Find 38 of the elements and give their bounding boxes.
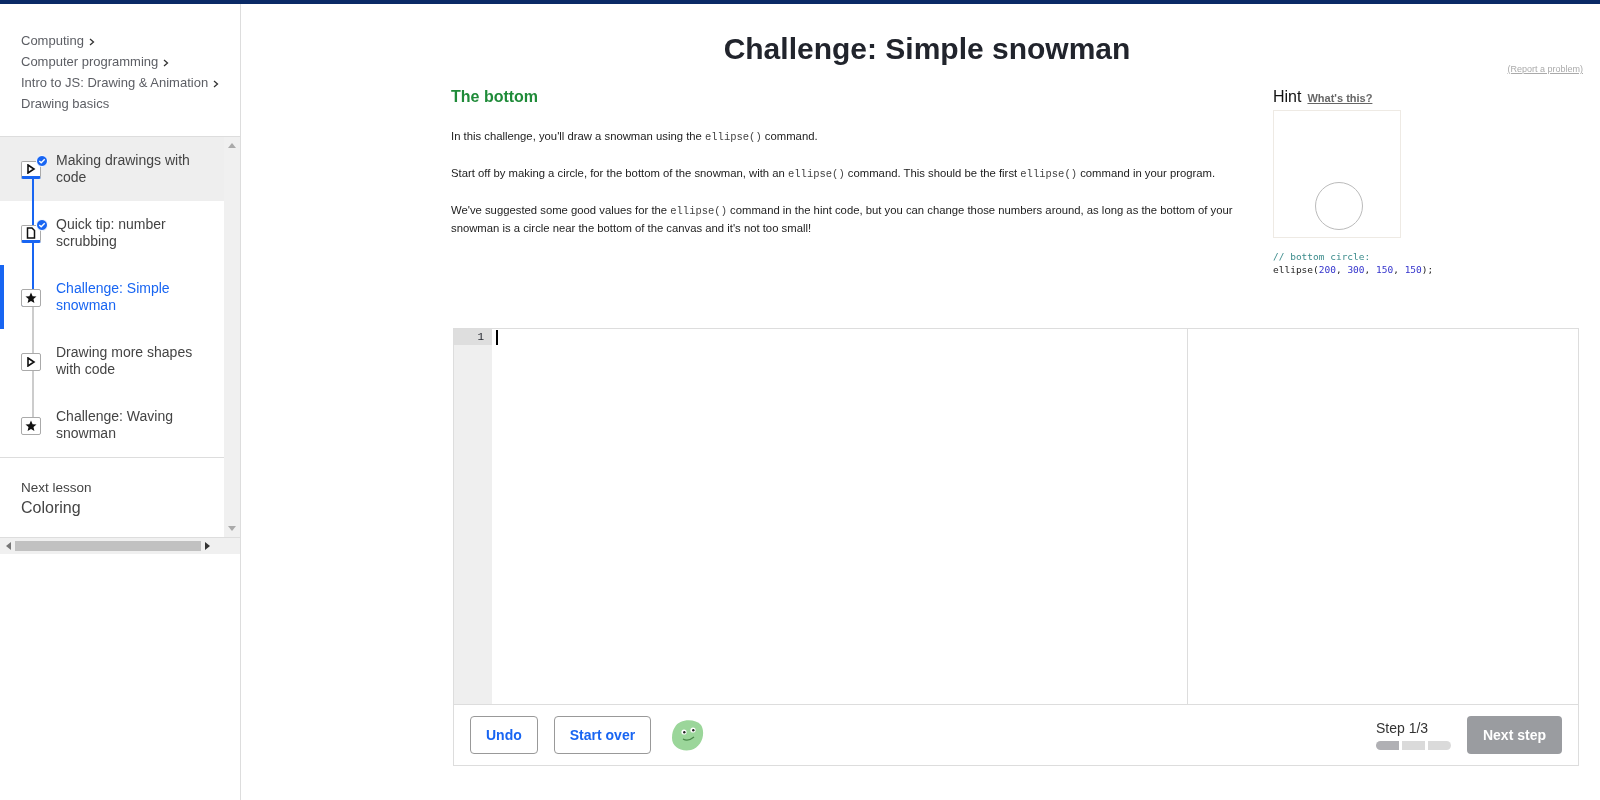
hint-code-line: ellipse(200, 300, 150, 150); xyxy=(1273,263,1435,276)
instruction-paragraph: In this challenge, you'll draw a snowman using the ellipse() command. xyxy=(451,129,819,145)
hint-code-line: // bottom circle: xyxy=(1273,250,1372,263)
scroll-down-arrow-icon[interactable] xyxy=(228,526,236,531)
chevron-icon xyxy=(88,38,95,46)
lesson-item[interactable]: Making drawings with code xyxy=(0,137,224,201)
lesson-item[interactable]: Quick tip: number scrubbing xyxy=(0,201,224,265)
horizontal-scrollbar[interactable] xyxy=(0,538,240,554)
footer-button[interactable]: Undo xyxy=(470,716,538,754)
page-title: Challenge: Simple snowman xyxy=(722,32,1132,66)
step-heading: The bottom xyxy=(451,88,540,106)
hint-label: Hint xyxy=(1273,88,1302,106)
code-editor[interactable]: 1 xyxy=(454,329,1188,704)
breadcrumb-link[interactable]: Computer programming xyxy=(21,54,159,69)
lesson-item[interactable]: Challenge: Simple snowman xyxy=(0,265,224,329)
lesson-item[interactable]: Challenge: Waving snowman xyxy=(0,393,224,457)
instruction-paragraph: Start off by making a circle, for the bottom of the snowman, with an ellipse() command. This should be the first ellipse() command in your program. xyxy=(451,166,1217,182)
document-icon xyxy=(21,225,41,243)
breadcrumb-link[interactable]: Intro to JS: Drawing & Animation xyxy=(21,75,209,90)
breadcrumb-link[interactable]: Drawing basics xyxy=(21,96,110,111)
chevron-icon xyxy=(213,80,220,88)
next-lesson-label: Next lesson xyxy=(21,480,93,495)
step-label: Step 1/3 xyxy=(1375,720,1430,736)
footer-button[interactable]: Start over xyxy=(553,716,652,754)
avatar-blob-icon[interactable] xyxy=(669,717,706,753)
play-icon xyxy=(21,353,41,371)
line-number: 1 xyxy=(454,329,492,345)
chevron-icon xyxy=(163,59,170,67)
instruction-paragraph: We've suggested some good values for the ellipse() command in the hint code, but you can change those numbers around, as long as the bottom of your snowman is a circle near the bottom of the canvas and it's not too small! xyxy=(451,203,1234,236)
whats-this-link[interactable]: What's this? xyxy=(1307,92,1373,104)
vertical-scrollbar[interactable] xyxy=(224,137,240,537)
scroll-right-arrow-icon[interactable] xyxy=(205,542,210,550)
next-lesson-link[interactable]: Coloring xyxy=(21,499,203,517)
breadcrumb-link[interactable]: Computing xyxy=(21,33,84,48)
lesson-item[interactable]: Drawing more shapes with code xyxy=(0,329,224,393)
play-icon xyxy=(21,161,41,179)
scroll-up-arrow-icon[interactable] xyxy=(228,143,236,148)
scroll-left-arrow-icon[interactable] xyxy=(6,542,11,550)
